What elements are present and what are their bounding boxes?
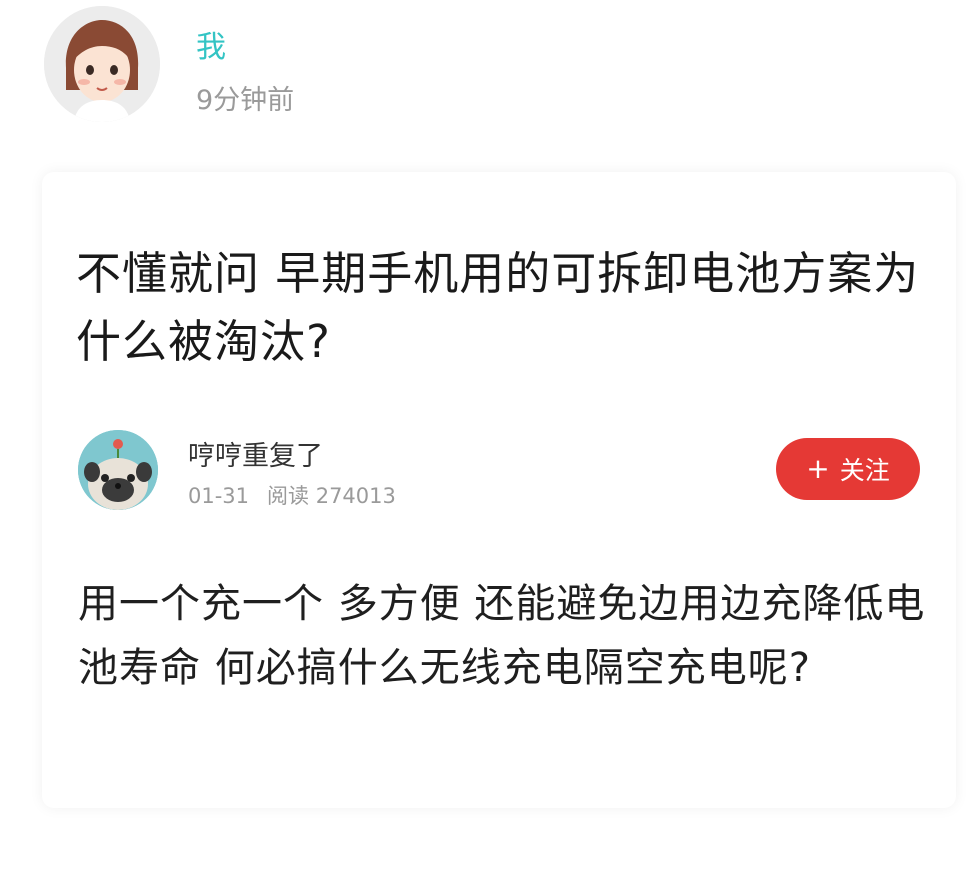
shared-question-card[interactable]: 不懂就问 早期手机用的可拆卸电池方案为什么被淘汰? 哼哼重复了 01-31 阅读… [42,172,956,808]
author-avatar[interactable] [78,430,158,510]
follow-button-label: 关注 [839,456,890,485]
author-name[interactable]: 哼哼重复了 [188,434,323,473]
question-title[interactable]: 不懂就问 早期手机用的可拆卸电池方案为什么被淘汰? [76,240,926,376]
read-count: 阅读 274013 [267,484,396,508]
cartoon-girl-icon [44,6,160,122]
follow-button[interactable]: + 关注 [776,438,920,500]
author-meta: 01-31 阅读 274013 [188,480,396,510]
plus-icon: + [806,452,830,485]
pug-avatar-icon [78,430,158,510]
poster-name[interactable]: 我 [196,22,226,66]
answer-body[interactable]: 用一个充一个 多方便 还能避免边用边充降低电池寿命 何必搞什么无线充电隔空充电呢… [78,572,928,700]
post-timestamp: 9分钟前 [196,85,295,116]
answer-date: 01-31 [188,484,250,508]
poster-avatar[interactable] [44,6,160,122]
